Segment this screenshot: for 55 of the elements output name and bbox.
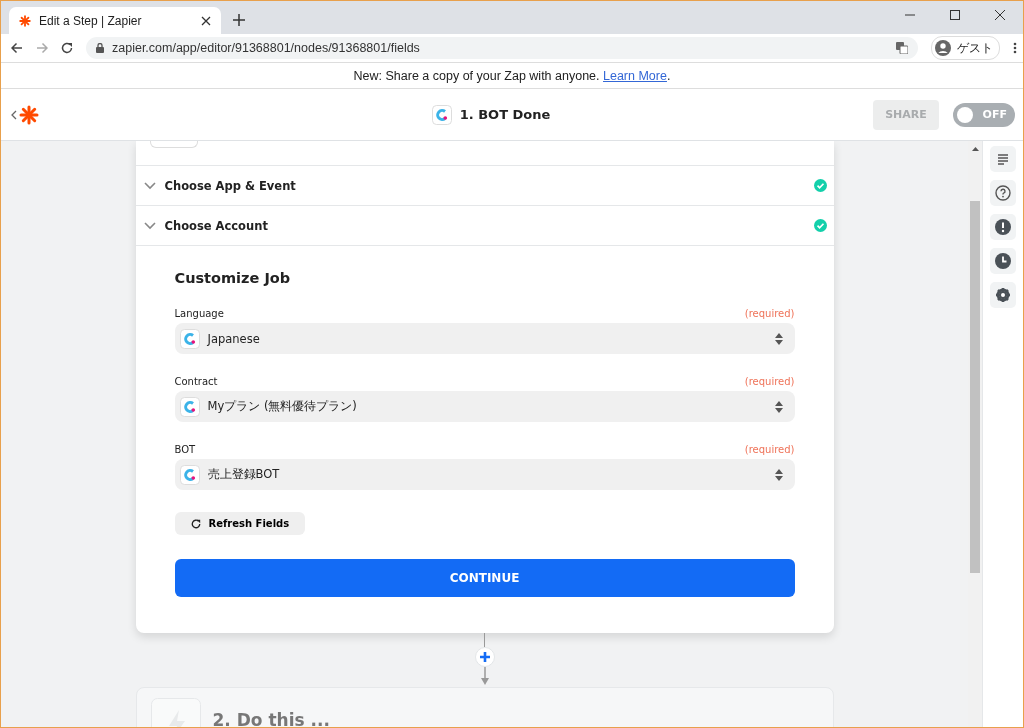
- help-icon[interactable]: [994, 184, 1012, 202]
- required-note: (required): [744, 376, 795, 387]
- profile-button[interactable]: ゲスト: [931, 36, 1000, 60]
- zapier-logo-icon: [19, 14, 31, 27]
- scroll-up-icon[interactable]: [971, 147, 979, 151]
- lock-icon: [96, 43, 104, 53]
- chevron-down-icon: [143, 181, 156, 190]
- field-label: Language: [174, 308, 224, 319]
- app-logo-icon: [179, 328, 200, 349]
- sort-arrows-icon: [774, 332, 783, 345]
- url-text: zapier.com/app/editor/91368801/nodes/91368801/fields: [112, 41, 420, 55]
- sort-arrows-icon: [774, 468, 783, 481]
- app-logo-icon: [179, 396, 200, 417]
- form-heading: Customize Job: [174, 270, 292, 286]
- chevron-down-icon: [143, 221, 156, 230]
- person-icon: [935, 40, 951, 56]
- required-note: (required): [744, 308, 795, 319]
- step-title: 1. BOT Done: [459, 107, 551, 122]
- close-icon[interactable]: [201, 15, 211, 26]
- browser-tab[interactable]: Edit a Step | Zapier: [9, 7, 221, 34]
- back-button[interactable]: [11, 104, 39, 125]
- refresh-icon: [190, 518, 201, 529]
- chevron-left-icon: [11, 109, 17, 120]
- connector-arrow: [480, 667, 489, 685]
- address-bar[interactable]: zapier.com/app/editor/91368801/nodes/91368801/fields: [86, 37, 918, 59]
- required-note: (required): [744, 444, 795, 455]
- clock-icon[interactable]: [994, 252, 1012, 270]
- new-tab-icon[interactable]: [233, 14, 245, 26]
- select-field[interactable]: Japanese: [174, 323, 795, 354]
- announcement-text: New: Share a copy of your Zap with anyone. Learn More.: [353, 68, 671, 83]
- continue-button[interactable]: CONTINUE: [174, 559, 795, 597]
- alert-icon[interactable]: [994, 218, 1012, 236]
- section-header[interactable]: Choose App & Event: [135, 166, 834, 206]
- field-label: BOT: [174, 444, 196, 455]
- add-step-icon[interactable]: [474, 647, 495, 667]
- step-title: 2. Do this ...: [212, 710, 330, 727]
- app-logo-icon: [431, 104, 452, 125]
- more-icon[interactable]: [1013, 42, 1017, 54]
- select-field[interactable]: 売上登録BOT: [174, 459, 795, 490]
- zapier-logo-icon: [19, 104, 39, 125]
- scrollbar-thumb[interactable]: [970, 201, 980, 573]
- refresh-fields-button[interactable]: Refresh Fields: [174, 512, 306, 535]
- settings-icon[interactable]: [994, 286, 1012, 304]
- connector-line: [483, 633, 486, 647]
- app-logo-icon: [179, 464, 200, 485]
- learn-more-link[interactable]: Learn More: [603, 68, 667, 83]
- maximize-icon[interactable]: [950, 10, 960, 20]
- sort-arrows-icon: [774, 400, 783, 413]
- reload-icon[interactable]: [61, 42, 73, 54]
- section-header[interactable]: Choose Account: [135, 206, 834, 246]
- close-icon[interactable]: [995, 10, 1005, 20]
- back-arrow-icon[interactable]: [11, 42, 23, 54]
- select-field[interactable]: Myプラン (無料優待プラン): [174, 391, 795, 422]
- field-label: Contract: [174, 376, 218, 387]
- tab-title: Edit a Step | Zapier: [39, 13, 143, 28]
